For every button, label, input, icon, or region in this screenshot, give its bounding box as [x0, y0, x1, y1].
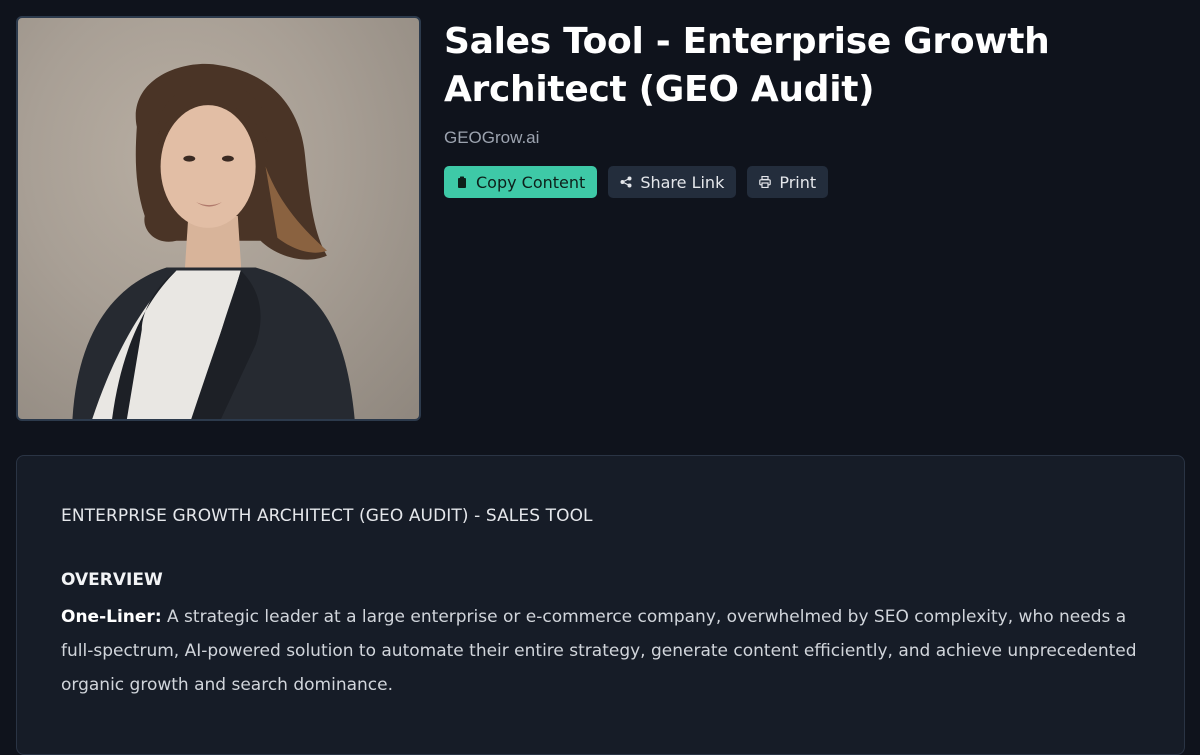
one-liner-text: A strategic leader at a large enterprise… [61, 607, 1137, 695]
one-liner-label: One-Liner: [61, 607, 162, 627]
one-liner-paragraph: One-Liner: A strategic leader at a large… [61, 600, 1151, 702]
share-link-label: Share Link [640, 172, 725, 192]
copy-content-label: Copy Content [476, 172, 586, 192]
printer-icon [759, 176, 772, 188]
content-card: ENTERPRISE GROWTH ARCHITECT (GEO AUDIT) … [16, 455, 1185, 755]
persona-portrait [16, 16, 421, 421]
copy-content-button[interactable]: Copy Content [444, 166, 598, 198]
overview-title: OVERVIEW [61, 570, 163, 590]
share-icon [620, 176, 632, 188]
brand-name: GEOGrow.ai [444, 128, 540, 147]
clipboard-icon [458, 176, 466, 188]
portrait-illustration [72, 63, 355, 419]
document-heading: ENTERPRISE GROWTH ARCHITECT (GEO AUDIT) … [61, 506, 593, 526]
print-button[interactable]: Print [747, 166, 829, 198]
print-label: Print [779, 172, 817, 192]
page-title: Sales Tool - Enterprise Growth Architect… [444, 21, 1050, 110]
page-header: Sales Tool - Enterprise Growth Architect… [444, 18, 1184, 198]
share-link-button[interactable]: Share Link [608, 166, 737, 198]
action-bar: Copy Content Share Link Print [444, 166, 1184, 198]
